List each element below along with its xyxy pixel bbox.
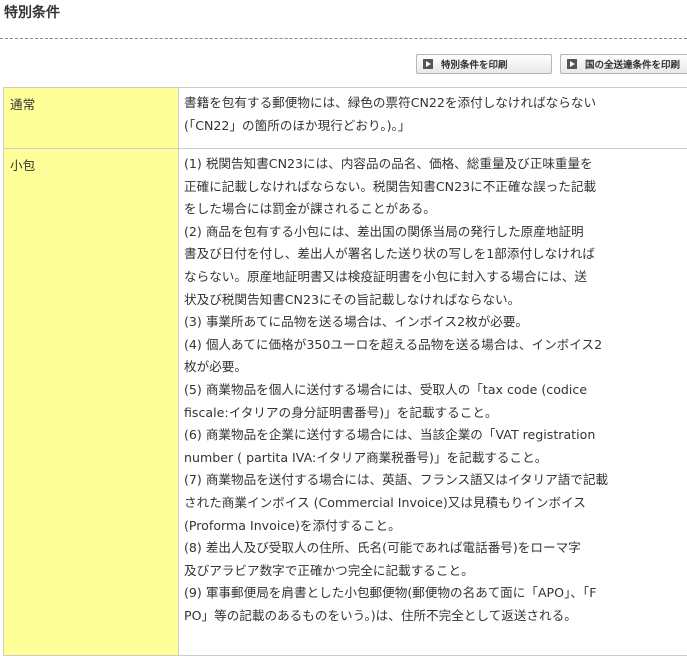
special-conditions-table: 通常 書籍を包有する郵便物には、緑色の票符CN22を添付しなければならない (「… bbox=[3, 87, 687, 656]
content-line: (Proforma Invoice)を添付すること。 bbox=[184, 515, 687, 538]
table-row: 小包 (1) 税関告知書CN23には、内容品の品名、価格、総重量及び正味重量を … bbox=[4, 149, 687, 656]
content-line: (4) 個人あてに価格が350ユーロを超える品物を送る場合は、インボイス2 bbox=[184, 334, 687, 357]
content-line: number ( partita IVA:イタリア商業税番号)」を記載すること。 bbox=[184, 447, 687, 470]
content-line: (「CN22」の箇所のほか現行どおり。)。」 bbox=[184, 115, 687, 138]
arrow-right-icon bbox=[567, 59, 577, 69]
content-line: 書及び日付を付し、差出人が署名した送り状の写しを1部添付しなければ bbox=[184, 243, 687, 266]
content-line: された商業インボイス (Commercial Invoice)又は見積もりインボ… bbox=[184, 492, 687, 515]
content-line: (5) 商業物品を個人に送付する場合には、受取人の「tax code (codi… bbox=[184, 379, 687, 402]
content-line: (9) 軍事郵便局を肩書とした小包郵便物(郵便物の名あて面に「APO」、「F bbox=[184, 582, 687, 605]
row-header: 通常 bbox=[4, 88, 179, 149]
content-line: 枚が必要。 bbox=[184, 356, 687, 379]
content-line: (6) 商業物品を企業に送付する場合には、当該企業の「VAT registrat… bbox=[184, 424, 687, 447]
page-title: 特別条件 bbox=[4, 4, 60, 22]
content-line: fiscale:イタリアの身分証明書番号)」を記載すること。 bbox=[184, 402, 687, 425]
content-line: 及びアラビア数字で正確かつ完全に記載すること。 bbox=[184, 560, 687, 583]
arrow-right-icon bbox=[423, 59, 433, 69]
content-line: 書籍を包有する郵便物には、緑色の票符CN22を添付しなければならない bbox=[184, 92, 687, 115]
content-line: (8) 差出人及び受取人の住所、氏名(可能であれば電話番号)をローマ字 bbox=[184, 537, 687, 560]
row-header: 小包 bbox=[4, 149, 179, 656]
print-all-conditions-label: 国の全送達条件を印刷 bbox=[585, 57, 680, 71]
print-all-conditions-button[interactable]: 国の全送達条件を印刷 bbox=[560, 54, 687, 74]
content-line: (2) 商品を包有する小包には、差出国の関係当局の発行した原産地証明 bbox=[184, 221, 687, 244]
content-line: (1) 税関告知書CN23には、内容品の品名、価格、総重量及び正味重量を bbox=[184, 153, 687, 176]
table-row: 通常 書籍を包有する郵便物には、緑色の票符CN22を添付しなければならない (「… bbox=[4, 88, 687, 149]
print-special-conditions-label: 特別条件を印刷 bbox=[441, 57, 508, 71]
content-line: PO」等の記載のあるものをいう。)は、住所不完全として返送される。 bbox=[184, 605, 687, 628]
content-line: 正確に記載しなければならない。税関告知書CN23に不正確な誤った記載 bbox=[184, 176, 687, 199]
row-content: (1) 税関告知書CN23には、内容品の品名、価格、総重量及び正味重量を 正確に… bbox=[179, 149, 687, 656]
content-line: をした場合には罰金が課されることがある。 bbox=[184, 198, 687, 221]
dashed-divider bbox=[0, 38, 687, 39]
content-line: 状及び税関告知書CN23にその旨記載しなければならない。 bbox=[184, 289, 687, 312]
content-line: (3) 事業所あてに品物を送る場合は、インボイス2枚が必要。 bbox=[184, 311, 687, 334]
row-content: 書籍を包有する郵便物には、緑色の票符CN22を添付しなければならない (「CN2… bbox=[179, 88, 687, 149]
content-line: ならない。原産地証明書又は検疫証明書を小包に封入する場合には、送 bbox=[184, 266, 687, 289]
print-special-conditions-button[interactable]: 特別条件を印刷 bbox=[416, 54, 552, 74]
content-line: (7) 商業物品を送付する場合には、英語、フランス語又はイタリア語で記載 bbox=[184, 469, 687, 492]
